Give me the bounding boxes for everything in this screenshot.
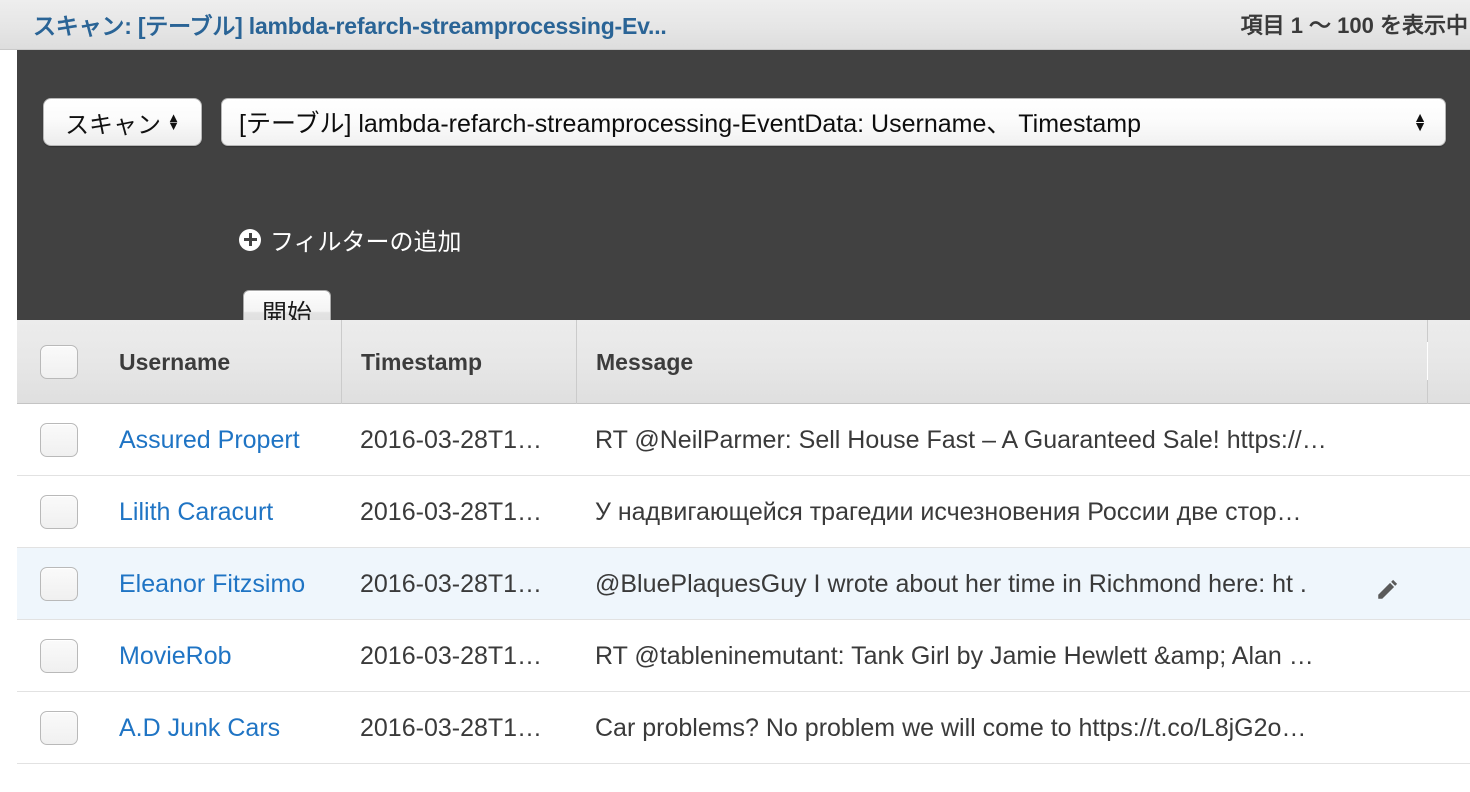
cell-message: У надвигающейся трагедии исчезновения Ро… (595, 497, 1302, 526)
cell-timestamp: 2016-03-28T1… (360, 641, 543, 670)
plus-circle-icon (239, 228, 261, 251)
row-checkbox[interactable] (39, 711, 78, 745)
row-select-cell[interactable] (17, 620, 100, 692)
column-header-username[interactable]: Username (100, 320, 341, 404)
select-all-checkbox[interactable] (39, 345, 78, 379)
cell-username[interactable]: Lilith Caracurt (100, 476, 341, 548)
row-checkbox[interactable] (39, 639, 78, 673)
title-bar: スキャン: [テーブル] lambda-refarch-streamproces… (0, 0, 1470, 50)
query-toolbar: スキャン ▲ ▼ [テーブル] lambda-refarch-streamproc… (17, 50, 1470, 334)
cell-username[interactable]: MovieRob (100, 620, 341, 692)
table-body: Assured Propert 2016-03-28T1… RT @NeilParm… (17, 404, 1470, 792)
cell-message: Car problems? No problem we will come to… (595, 713, 1307, 742)
table-header-row: Username Timestamp Message (17, 320, 1470, 404)
table-row[interactable]: Assured Propert 2016-03-28T1… RT @NeilParm… (17, 404, 1470, 476)
cell-timestamp: 2016-03-28T1… (360, 497, 543, 526)
select-all-cell[interactable] (17, 320, 100, 404)
page-title: スキャン: [テーブル] lambda-refarch-streamproces… (33, 13, 667, 39)
table-row[interactable]: A.D Junk Cars 2016-03-28T1… Car problems? … (17, 692, 1470, 764)
table-row[interactable]: MovieRob 2016-03-28T1… RT @tableninemutant… (17, 620, 1470, 692)
dynamodb-scan-screen: スキャン: [テーブル] lambda-refarch-streamproces… (0, 0, 1470, 792)
row-select-cell[interactable] (17, 476, 100, 548)
row-select-cell[interactable] (17, 548, 100, 620)
table-row[interactable] (17, 764, 1470, 792)
updown-stepper-icon: ▲ ▼ (1413, 109, 1427, 134)
updown-stepper-icon: ▲ ▼ (167, 110, 180, 133)
table-row[interactable]: Eleanor Fitzsimo 2016-03-28T1… @BluePlaque… (17, 548, 1470, 620)
item-count-label: 項目 1 〜 100 を表示中 (1240, 13, 1468, 38)
operation-select-value: スキャン (65, 111, 162, 139)
cell-username[interactable]: A.D Junk Cars (100, 692, 341, 764)
cell-username[interactable]: Eleanor Fitzsimo (100, 548, 341, 620)
column-header-timestamp[interactable]: Timestamp (341, 320, 576, 404)
column-divider[interactable] (1427, 320, 1428, 404)
results-table: Username Timestamp Message Assured Prope… (17, 320, 1470, 792)
operation-select[interactable]: スキャン ▲ ▼ (43, 98, 202, 146)
add-filter-label: フィルターの追加 (270, 229, 462, 256)
row-checkbox[interactable] (39, 495, 78, 529)
column-header-message[interactable]: Message (576, 320, 1427, 404)
cell-username[interactable]: Assured Propert (100, 404, 341, 476)
row-checkbox[interactable] (39, 567, 78, 601)
table-index-select-value: [テーブル] lambda-refarch-streamprocessing-E… (239, 110, 1142, 138)
cell-message: RT @NeilParmer: Sell House Fast – A Guar… (595, 425, 1327, 454)
add-filter-button[interactable]: フィルターの追加 (239, 222, 462, 257)
cell-message: @BluePlaquesGuy I wrote about her time i… (595, 569, 1307, 598)
row-checkbox[interactable] (39, 423, 78, 457)
row-select-cell[interactable] (17, 404, 100, 476)
cell-timestamp: 2016-03-28T1… (360, 425, 543, 454)
table-index-select[interactable]: [テーブル] lambda-refarch-streamprocessing-E… (221, 98, 1446, 146)
cell-timestamp: 2016-03-28T1… (360, 713, 543, 742)
row-select-cell[interactable] (17, 692, 100, 764)
table-row[interactable]: Lilith Caracurt 2016-03-28T1… У надвигающе… (17, 476, 1470, 548)
cell-timestamp: 2016-03-28T1… (360, 569, 543, 598)
cell-message: RT @tableninemutant: Tank Girl by Jamie … (595, 641, 1314, 670)
